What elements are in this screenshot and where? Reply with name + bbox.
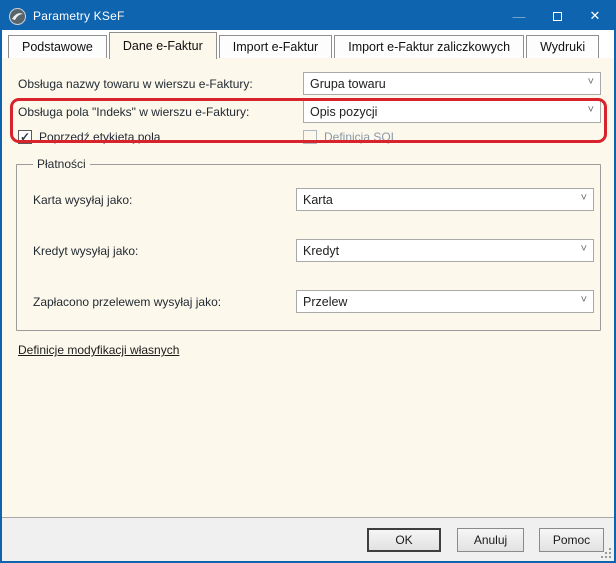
credit-row: Kredyt wysyłaj jako: Kredyt ˅: [27, 239, 590, 262]
credit-label: Kredyt wysyłaj jako:: [27, 244, 296, 258]
credit-select[interactable]: Kredyt ˅: [296, 239, 594, 262]
credit-value: Kredyt: [303, 244, 581, 258]
index-field-label: Obsługa pola "Indeks" w wierszu e-Faktur…: [16, 105, 303, 119]
app-icon: [9, 8, 26, 25]
window-controls: — ✕: [500, 2, 614, 30]
prefix-checkbox-label[interactable]: Poprzedź etykietą pola: [39, 130, 160, 144]
tab-wydruki[interactable]: Wydruki: [526, 35, 599, 58]
checkbox-row: ✓ Poprzedź etykietą pola Definicja SQL: [16, 129, 601, 145]
prefix-checkbox-group[interactable]: ✓ Poprzedź etykietą pola: [16, 130, 303, 144]
card-label: Karta wysyłaj jako:: [27, 193, 296, 207]
title-bar[interactable]: Parametry KSeF — ✕: [2, 2, 614, 30]
product-name-label: Obsługa nazwy towaru w wierszu e-Faktury…: [16, 77, 303, 91]
tab-import-e-faktur[interactable]: Import e-Faktur: [219, 35, 332, 58]
product-name-value: Grupa towaru: [310, 77, 588, 91]
window-title: Parametry KSeF: [33, 9, 125, 23]
tab-dane-e-faktur[interactable]: Dane e-Faktur: [109, 32, 217, 59]
sql-checkbox: [303, 130, 317, 144]
ok-button[interactable]: OK: [367, 528, 441, 552]
custom-modifications-link[interactable]: Definicje modyfikacji własnych: [18, 343, 179, 357]
payments-legend: Płatności: [33, 157, 90, 171]
product-name-select[interactable]: Grupa towaru ˅: [303, 72, 601, 95]
transfer-value: Przelew: [303, 295, 581, 309]
payments-groupbox: Płatności Karta wysyłaj jako: Karta ˅ Kr…: [16, 157, 601, 331]
card-row: Karta wysyłaj jako: Karta ˅: [27, 188, 590, 211]
chevron-down-icon: ˅: [581, 295, 587, 305]
tab-content: Obsługa nazwy towaru w wierszu e-Faktury…: [2, 58, 614, 517]
dialog-window: Parametry KSeF — ✕ Podstawowe Dane e-Fak…: [0, 0, 616, 563]
sql-checkbox-label: Definicja SQL: [324, 130, 397, 144]
chevron-down-icon: ˅: [588, 105, 594, 115]
transfer-row: Zapłacono przelewem wysyłaj jako: Przele…: [27, 290, 590, 313]
tab-podstawowe[interactable]: Podstawowe: [8, 35, 107, 58]
card-value: Karta: [303, 193, 581, 207]
card-select[interactable]: Karta ˅: [296, 188, 594, 211]
cancel-button[interactable]: Anuluj: [457, 528, 524, 552]
maximize-icon[interactable]: [538, 2, 576, 30]
help-button[interactable]: Pomoc: [539, 528, 604, 552]
product-name-row: Obsługa nazwy towaru w wierszu e-Faktury…: [16, 72, 601, 95]
transfer-label: Zapłacono przelewem wysyłaj jako:: [27, 295, 296, 309]
minimize-icon[interactable]: —: [500, 2, 538, 30]
close-icon[interactable]: ✕: [576, 2, 614, 30]
chevron-down-icon: ˅: [581, 193, 587, 203]
button-bar: OK Anuluj Pomoc: [2, 517, 614, 561]
chevron-down-icon: ˅: [588, 77, 594, 87]
transfer-select[interactable]: Przelew ˅: [296, 290, 594, 313]
tab-bar: Podstawowe Dane e-Faktur Import e-Faktur…: [2, 30, 614, 58]
index-field-value: Opis pozycji: [310, 105, 588, 119]
tab-import-e-faktur-zaliczkowych[interactable]: Import e-Faktur zaliczkowych: [334, 35, 524, 58]
prefix-checkbox[interactable]: ✓: [18, 130, 32, 144]
sql-checkbox-group: Definicja SQL: [303, 130, 601, 144]
index-field-row: Obsługa pola "Indeks" w wierszu e-Faktur…: [16, 100, 601, 123]
resize-grip[interactable]: [599, 546, 612, 559]
index-field-select[interactable]: Opis pozycji ˅: [303, 100, 601, 123]
chevron-down-icon: ˅: [581, 244, 587, 254]
